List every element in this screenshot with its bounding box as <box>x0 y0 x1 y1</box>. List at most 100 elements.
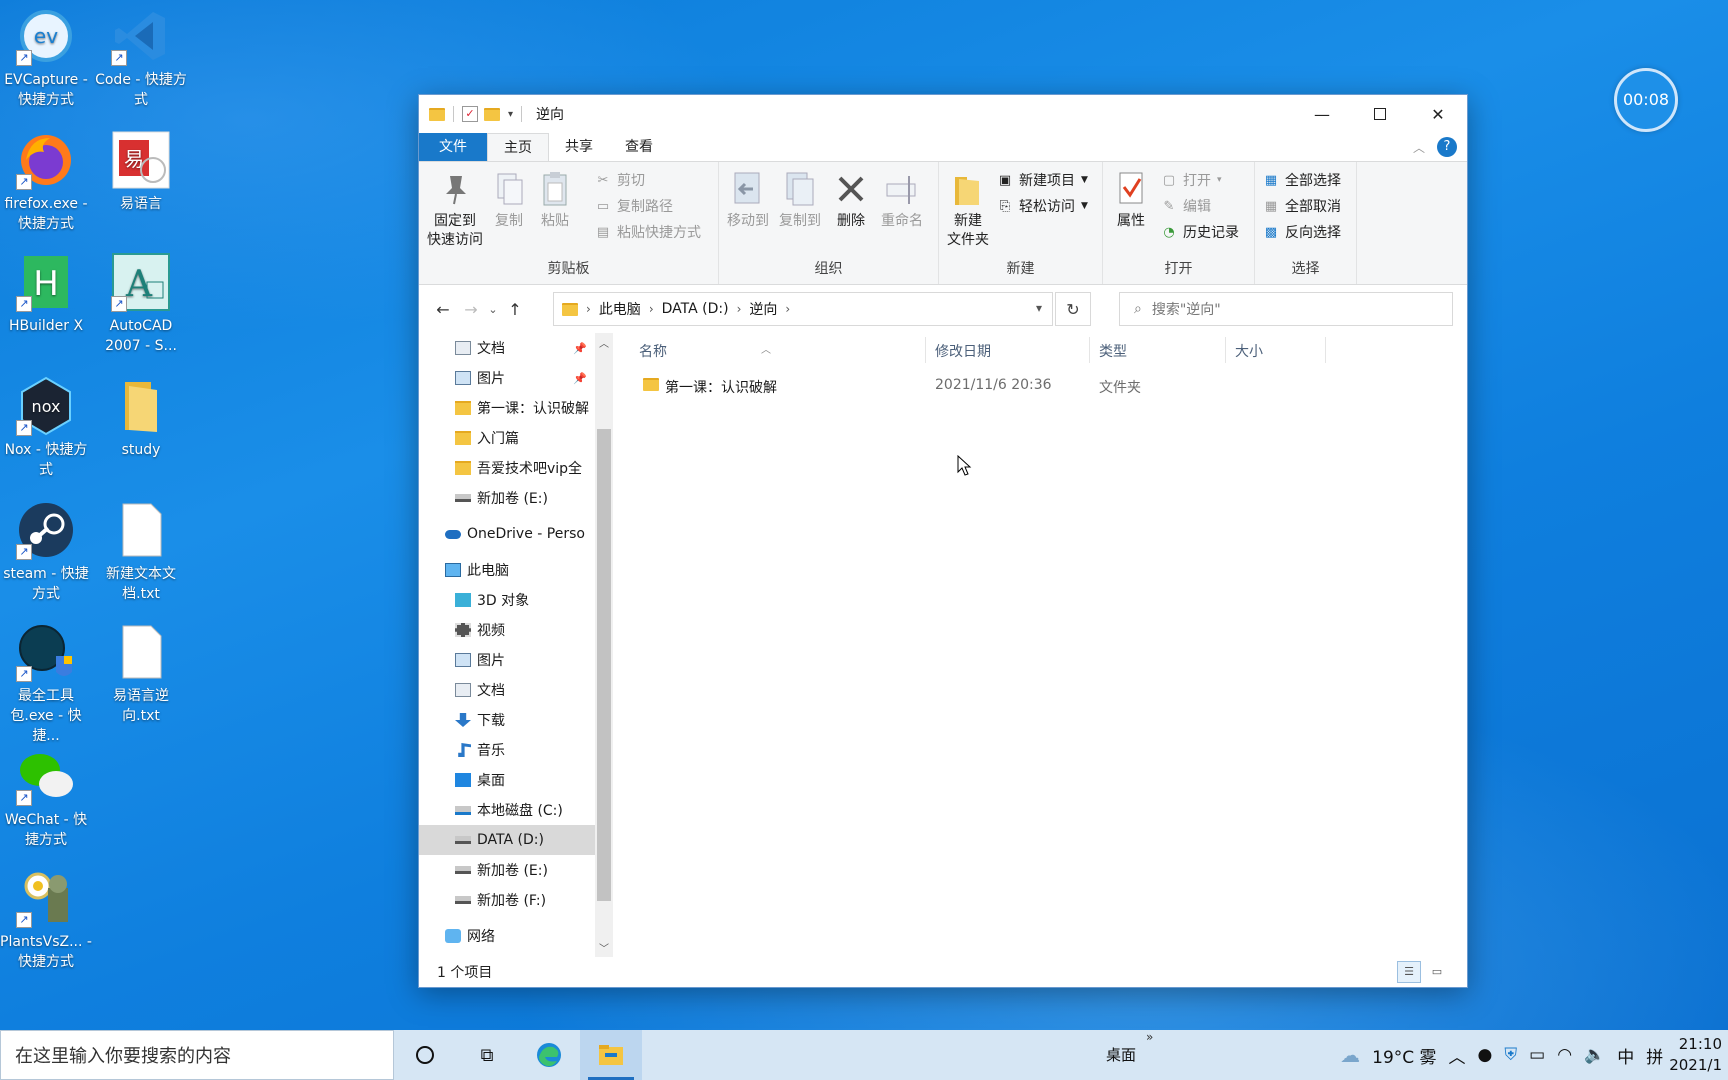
quick-access-dropdown-icon[interactable]: ▾ <box>508 109 513 120</box>
open-button[interactable]: ▢ 打开 ▾ <box>1161 170 1222 190</box>
volume-icon[interactable]: 🔈 <box>1578 1045 1611 1065</box>
battery-icon[interactable]: ▭ <box>1523 1045 1551 1065</box>
tab-view[interactable]: 查看 <box>609 133 669 161</box>
column-divider[interactable] <box>1225 337 1226 363</box>
move-to-button[interactable]: 移动到 <box>723 170 773 231</box>
scroll-down-icon[interactable]: ﹀ <box>595 940 613 955</box>
breadcrumb-this-pc[interactable]: 此电脑 <box>599 299 641 319</box>
ime-language[interactable]: 中 <box>1611 1043 1640 1068</box>
nav-item[interactable]: 网络 <box>419 921 595 951</box>
address-bar[interactable]: › 此电脑 › DATA (D:) › 逆向 › ▾ <box>553 292 1053 326</box>
desktop-icon-steam[interactable]: ↗ steam - 快捷方式 <box>0 500 92 604</box>
microphone-icon[interactable]: ● <box>1472 1045 1499 1065</box>
show-hidden-icons-icon[interactable]: ︿ <box>1443 1043 1472 1068</box>
new-folder-quick-icon[interactable] <box>484 107 500 121</box>
column-modified[interactable]: 修改日期 <box>935 341 991 361</box>
help-icon[interactable]: ? <box>1437 137 1457 157</box>
desktop-icon-pvz[interactable]: ↗ PlantsVsZ... - 快捷方式 <box>0 868 92 972</box>
close-button[interactable]: ✕ <box>1409 95 1467 133</box>
task-view-button[interactable]: ⧉ <box>456 1030 518 1080</box>
nav-item[interactable]: 3D 对象 <box>419 585 595 615</box>
nav-item[interactable]: 桌面 <box>419 765 595 795</box>
edit-button[interactable]: ✎ 编辑 <box>1161 196 1211 216</box>
security-shield-icon[interactable]: ⛨ <box>1498 1045 1523 1065</box>
tab-home[interactable]: 主页 <box>487 133 549 161</box>
file-row[interactable]: 第一课：认识破解 2021/11/6 20:36 文件夹 <box>613 371 1467 401</box>
nav-item[interactable]: 视频 <box>419 615 595 645</box>
nav-item[interactable]: 新加卷 (E:) <box>419 855 595 885</box>
scroll-thumb[interactable] <box>597 429 611 901</box>
desktop-icon-toolkit[interactable]: ↗ 最全工具包.exe - 快捷... <box>0 622 92 746</box>
properties-quick-icon[interactable]: ✓ <box>462 106 478 122</box>
weather-text[interactable]: 19°C 雾 <box>1366 1043 1442 1068</box>
details-view-button[interactable]: ☰ <box>1397 961 1421 983</box>
pin-quick-access-button[interactable]: 固定到 快速访问 <box>427 170 483 250</box>
wifi-icon[interactable]: ◠ <box>1551 1045 1578 1065</box>
back-button[interactable]: ← <box>429 300 457 319</box>
rename-button[interactable]: 重命名 <box>877 170 927 231</box>
desktop-icon-study[interactable]: study <box>95 376 187 460</box>
paste-shortcut-button[interactable]: ▤ 粘贴快捷方式 <box>595 222 701 242</box>
toolbar-expand-icon[interactable]: » <box>1146 1030 1153 1044</box>
taskbar-edge-button[interactable] <box>518 1030 580 1080</box>
invert-selection-button[interactable]: ▩ 反向选择 <box>1263 222 1341 242</box>
maximize-button[interactable] <box>1351 95 1409 133</box>
desktop-icon-evcapture[interactable]: ev ↗ EVCapture - 快捷方式 <box>0 6 92 110</box>
cut-button[interactable]: ✂ 剪切 <box>595 170 645 190</box>
weather-cloud-icon[interactable]: ☁ <box>1334 1043 1366 1067</box>
nav-item[interactable]: 图片 <box>419 645 595 675</box>
new-folder-button[interactable]: 新建 文件夹 <box>943 170 993 250</box>
desktop-icon-wechat[interactable]: ↗ WeChat - 快捷方式 <box>0 746 92 850</box>
cortana-button[interactable] <box>394 1030 456 1080</box>
nav-scrollbar[interactable]: ︿ ﹀ <box>595 333 613 957</box>
ime-mode[interactable]: 拼 <box>1640 1043 1669 1068</box>
desktop-icon-eyuyan-txt[interactable]: 易语言逆向.txt <box>95 622 187 726</box>
desktop-icon-newtext[interactable]: 新建文本文档.txt <box>95 500 187 604</box>
large-icons-view-button[interactable]: ▭ <box>1425 961 1449 983</box>
desktop-icon-nox[interactable]: nox ↗ Nox - 快捷方式 <box>0 376 92 480</box>
nav-item[interactable]: 此电脑 <box>419 555 595 585</box>
address-dropdown-icon[interactable]: ▾ <box>1036 301 1042 315</box>
copy-to-button[interactable]: 复制到 <box>775 170 825 231</box>
column-name[interactable]: 名称 <box>639 341 667 361</box>
nav-item[interactable]: 第一课：认识破解 <box>419 393 595 423</box>
desktop-icon-firefox[interactable]: ↗ firefox.exe - 快捷方式 <box>0 130 92 234</box>
nav-item[interactable]: 新加卷 (E:) <box>419 483 595 513</box>
select-all-button[interactable]: ▦ 全部选择 <box>1263 170 1341 190</box>
desktop-toolbar-label[interactable]: 桌面 <box>1106 1044 1136 1065</box>
new-item-button[interactable]: ▣ 新建项目 ▼ <box>997 170 1088 190</box>
copy-path-button[interactable]: ▭ 复制路径 <box>595 196 673 216</box>
nav-item[interactable]: 图片 📌 <box>419 363 595 393</box>
search-box[interactable]: ⌕ 搜索"逆向" <box>1119 292 1453 326</box>
tab-file[interactable]: 文件 <box>419 133 487 161</box>
taskbar-explorer-button[interactable] <box>580 1030 642 1080</box>
nav-item[interactable]: 音乐 <box>419 735 595 765</box>
column-type[interactable]: 类型 <box>1099 341 1127 361</box>
title-bar[interactable]: ✓ ▾ 逆向 — ✕ <box>419 95 1467 133</box>
forward-button[interactable]: → <box>457 300 485 319</box>
desktop-icon-autocad[interactable]: A ↗ AutoCAD 2007 - S... <box>95 252 187 356</box>
desktop-icon-eyuyan[interactable]: 易 易语言 <box>95 130 187 214</box>
select-none-button[interactable]: ▦ 全部取消 <box>1263 196 1341 216</box>
up-button[interactable]: ↑ <box>501 300 529 319</box>
nav-item[interactable]: 入门篇 <box>419 423 595 453</box>
nav-item[interactable]: DATA (D:) <box>419 825 595 855</box>
easy-access-button[interactable]: ⎘ 轻松访问 ▼ <box>997 196 1088 216</box>
nav-item[interactable]: OneDrive - Perso <box>419 519 595 549</box>
clock[interactable]: 21:10 2021/1 <box>1669 1034 1728 1076</box>
refresh-button[interactable]: ↻ <box>1055 292 1091 326</box>
breadcrumb-current[interactable]: 逆向 <box>749 299 777 319</box>
collapse-ribbon-icon[interactable]: ︿ <box>1413 139 1425 156</box>
nav-item[interactable]: 本地磁盘 (C:) <box>419 795 595 825</box>
minimize-button[interactable]: — <box>1293 95 1351 133</box>
desktop-icon-hbuilder[interactable]: H ↗ HBuilder X <box>0 252 92 336</box>
recent-locations-icon[interactable]: ⌄ <box>485 303 501 316</box>
scroll-up-icon[interactable]: ︿ <box>595 335 613 350</box>
properties-button[interactable]: 属性 <box>1111 170 1151 231</box>
nav-item[interactable]: 文档 📌 <box>419 333 595 363</box>
history-button[interactable]: ◔ 历史记录 <box>1161 222 1239 242</box>
tab-share[interactable]: 共享 <box>549 133 609 161</box>
desktop-icon-vscode[interactable]: ↗ Code - 快捷方式 <box>95 6 187 110</box>
column-divider[interactable] <box>925 337 926 363</box>
paste-button[interactable]: 粘贴 <box>535 170 575 231</box>
